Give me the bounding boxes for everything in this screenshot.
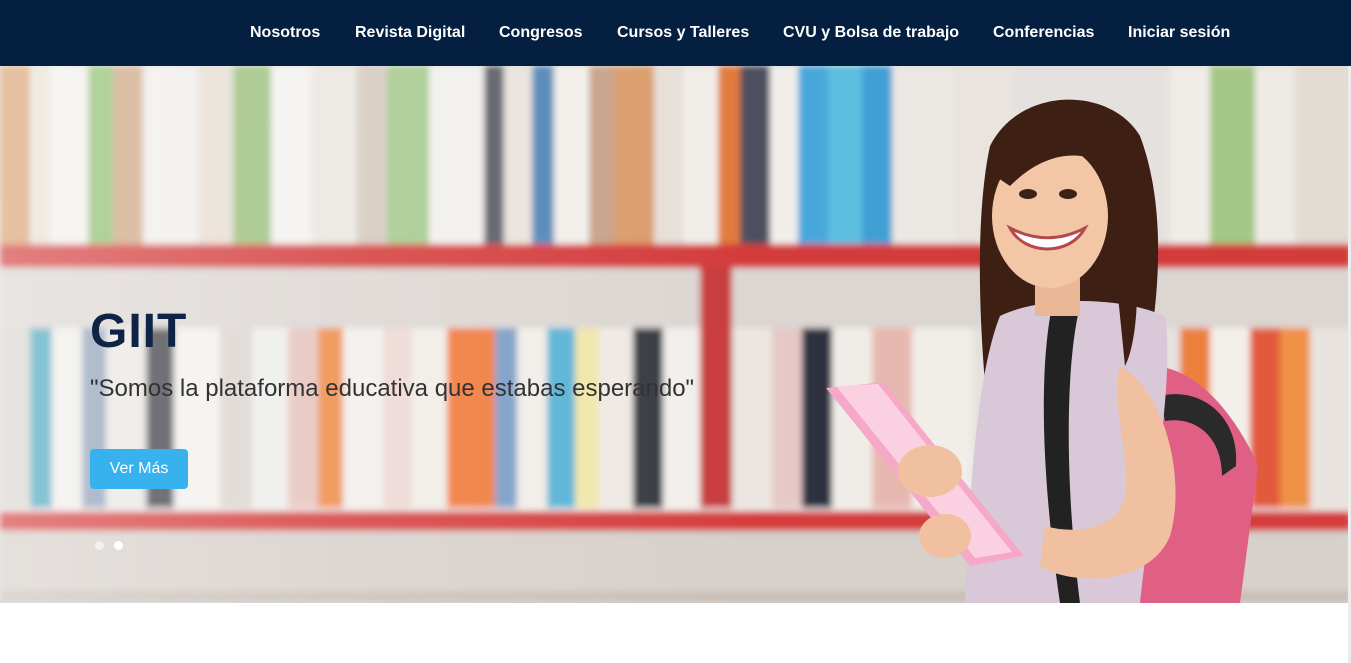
nav-item-congresos[interactable]: Congresos xyxy=(499,0,583,66)
hero-background-image xyxy=(0,66,1351,603)
nav-item-cvu-bolsa[interactable]: CVU y Bolsa de trabajo xyxy=(783,0,959,66)
hero-subtitle: "Somos la plataforma educativa que estab… xyxy=(90,375,695,402)
nav-item-revista-digital[interactable]: Revista Digital xyxy=(355,0,465,66)
nav-item-cursos-talleres[interactable]: Cursos y Talleres xyxy=(617,0,749,66)
nav-item-conferencias[interactable]: Conferencias xyxy=(993,0,1094,66)
ver-mas-button[interactable]: Ver Más xyxy=(90,449,188,489)
content-area xyxy=(0,603,1351,663)
hero-carousel: GIIT "Somos la plataforma educativa que … xyxy=(0,66,1351,603)
nav-item-nosotros[interactable]: Nosotros xyxy=(250,0,320,66)
hero-title: GIIT xyxy=(90,305,188,358)
nav-item-iniciar-sesion[interactable]: Iniciar sesión xyxy=(1128,0,1230,66)
top-navbar: Nosotros Revista Digital Congresos Curso… xyxy=(0,0,1351,66)
carousel-dot-2-active[interactable] xyxy=(114,541,123,550)
carousel-dot-1[interactable] xyxy=(95,541,104,550)
